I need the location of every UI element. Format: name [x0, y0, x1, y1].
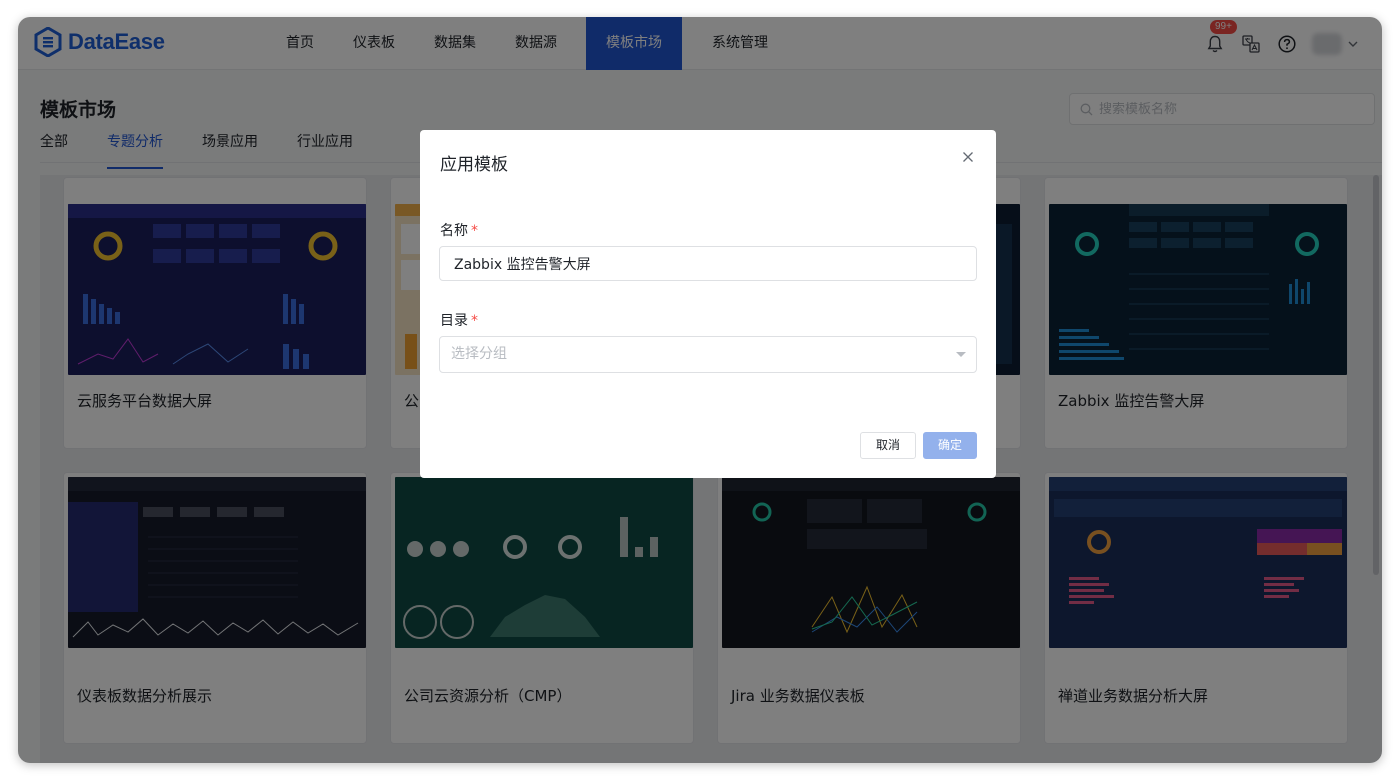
close-icon	[963, 152, 973, 162]
directory-field-label: 目录 *	[440, 310, 478, 330]
cancel-button[interactable]: 取消	[860, 432, 917, 459]
required-mark: *	[471, 313, 478, 329]
confirm-button[interactable]: 确定	[923, 432, 977, 459]
name-label-text: 名称	[440, 223, 468, 239]
directory-label-text: 目录	[440, 313, 468, 329]
name-field-label: 名称 *	[440, 220, 478, 240]
dialog-title: 应用模板	[440, 155, 508, 175]
apply-template-dialog: 应用模板 名称* 目录* 选择分组 取消 确定	[420, 130, 996, 478]
required-mark: *	[471, 223, 478, 239]
directory-select[interactable]: 选择分组	[439, 336, 977, 373]
directory-select-placeholder: 选择分组	[451, 346, 507, 362]
caret-down-icon	[956, 352, 966, 357]
template-name-input[interactable]	[439, 246, 977, 281]
close-button[interactable]	[960, 150, 976, 166]
